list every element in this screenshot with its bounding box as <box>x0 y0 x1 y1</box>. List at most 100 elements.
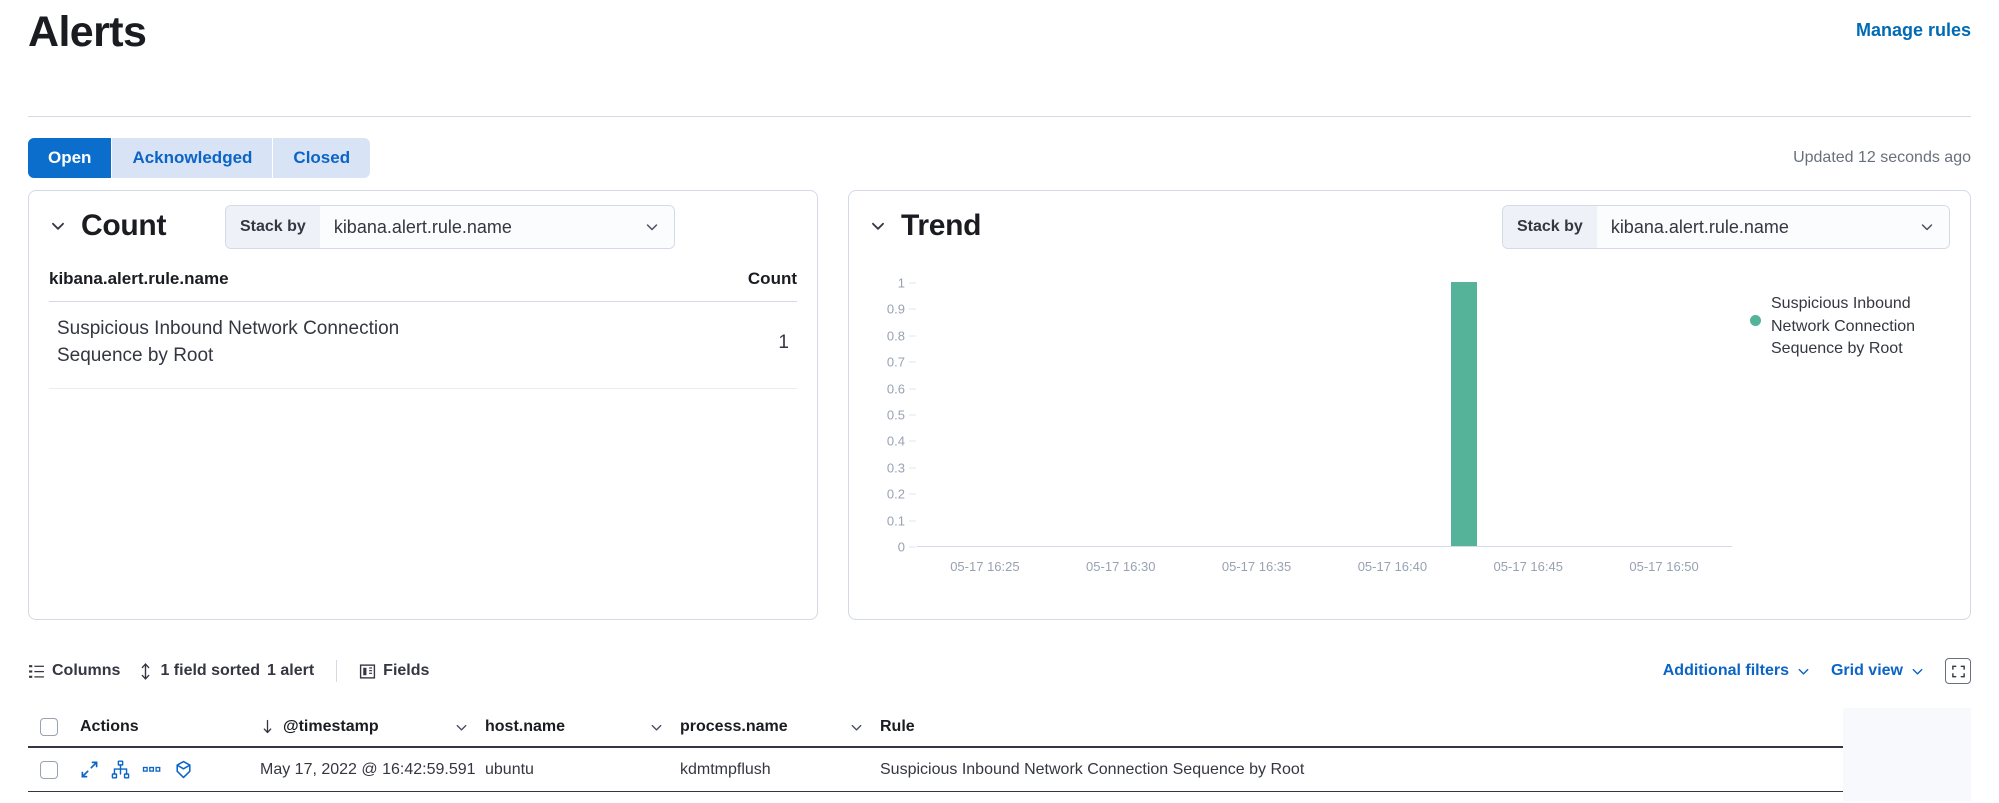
header-rule[interactable]: Rule <box>880 718 1971 736</box>
header-host-name-label: host.name <box>485 718 566 735</box>
status-tab-group: Open Acknowledged Closed <box>28 138 371 178</box>
count-panel: Count Stack by kibana.alert.rule.name ki… <box>28 190 818 620</box>
data-grid-header: Actions @timestamp host.name process.nam… <box>28 708 1971 748</box>
chevron-down-icon[interactable] <box>49 217 67 235</box>
select-all-checkbox[interactable] <box>40 718 58 736</box>
y-axis-tick-mark <box>909 308 916 310</box>
y-axis-tick-mark <box>909 520 916 522</box>
columns-button[interactable]: Columns <box>28 662 120 680</box>
count-row-value: 1 <box>778 331 789 353</box>
tab-closed[interactable]: Closed <box>273 138 371 178</box>
count-col-field: kibana.alert.rule.name <box>49 269 229 288</box>
columns-label: Columns <box>52 662 121 679</box>
trend-stack-by-value: kibana.alert.rule.name <box>1596 206 1905 248</box>
grid-view-button[interactable]: Grid view <box>1831 662 1925 680</box>
header-host-name[interactable]: host.name <box>485 718 680 736</box>
legend-color-dot <box>1750 315 1761 326</box>
chevron-down-icon[interactable] <box>649 720 680 735</box>
tab-open[interactable]: Open <box>28 138 113 178</box>
summary-panels: Count Stack by kibana.alert.rule.name ki… <box>28 190 1971 620</box>
x-axis-tick: 05-17 16:25 <box>950 559 1020 574</box>
y-axis-tick-mark <box>909 467 916 469</box>
y-axis-tick-mark <box>909 335 916 337</box>
more-actions-icon[interactable] <box>142 760 162 779</box>
sorted-label: 1 field sorted <box>160 662 261 679</box>
chevron-down-icon[interactable] <box>454 720 485 735</box>
chart-bar[interactable] <box>1450 282 1477 546</box>
table-row[interactable]: May 17, 2022 @ 16:42:59.591 ubuntu kdmtm… <box>28 748 1971 792</box>
count-table-header: kibana.alert.rule.name Count <box>49 269 797 302</box>
header-process-name[interactable]: process.name <box>680 718 880 736</box>
row-checkbox[interactable] <box>40 760 58 779</box>
x-axis-tick: 05-17 16:40 <box>1357 559 1428 574</box>
legend-item-label: Suspicious Inbound Network Connection Se… <box>1771 295 1916 358</box>
chevron-down-icon[interactable] <box>849 720 880 735</box>
y-axis-tick: 0.5 <box>886 407 905 423</box>
chart-legend[interactable]: Suspicious Inbound Network Connection Se… <box>1750 273 1950 605</box>
sort-descending-icon <box>260 719 275 735</box>
y-axis-tick-mark <box>909 440 916 442</box>
y-axis-tick: 0.7 <box>886 354 905 370</box>
page-title: Alerts <box>28 8 147 56</box>
header-timestamp-label: @timestamp <box>283 718 379 735</box>
header-process-name-label: process.name <box>680 718 788 735</box>
x-axis-tick: 05-17 16:30 <box>1086 559 1156 574</box>
count-stack-by-label: Stack by <box>226 206 320 248</box>
chevron-down-icon[interactable] <box>869 217 887 235</box>
count-stack-by-value: kibana.alert.rule.name <box>319 206 630 248</box>
header-actions: Actions <box>80 718 260 736</box>
y-axis-tick-mark <box>909 388 916 390</box>
y-axis-tick-mark <box>909 414 916 416</box>
y-axis-tick-mark <box>909 361 916 363</box>
additional-filters-button[interactable]: Additional filters <box>1663 662 1811 680</box>
cell-rule: Suspicious Inbound Network Connection Se… <box>880 760 1305 778</box>
session-view-icon[interactable] <box>174 760 193 779</box>
y-axis-tick: 0.6 <box>886 381 905 397</box>
fields-label: Fields <box>383 662 430 679</box>
chart-y-axis: 1 0.9 0.8 0.7 0.6 0.5 0.4 0.3 0.2 0.1 0 <box>869 276 916 555</box>
y-axis-tick: 0.8 <box>886 328 905 344</box>
fields-button[interactable]: Fields <box>359 662 429 680</box>
additional-filters-label: Additional filters <box>1662 662 1789 679</box>
y-axis-tick: 0 <box>897 539 905 555</box>
tab-acknowledged[interactable]: Acknowledged <box>112 138 274 178</box>
chevron-down-icon[interactable] <box>1905 206 1949 248</box>
x-axis-tick: 05-17 16:35 <box>1221 559 1292 574</box>
y-axis-tick-mark <box>909 493 916 495</box>
y-axis-tick: 0.4 <box>886 433 905 449</box>
page-header: Alerts Manage rules <box>0 0 1999 57</box>
last-updated-text: Updated 12 seconds ago <box>1793 149 1971 166</box>
fullscreen-button[interactable] <box>1945 658 1971 684</box>
manage-rules-link[interactable]: Manage rules <box>1856 20 1971 41</box>
count-table: kibana.alert.rule.name Count Suspicious … <box>49 269 797 389</box>
cell-host-name: ubuntu <box>485 760 534 778</box>
grid-toolbar: Columns 1 field sorted 1 alert Fields Ad… <box>28 650 1971 692</box>
y-axis-tick: 0.9 <box>886 301 905 317</box>
chevron-down-icon[interactable] <box>1940 720 1971 735</box>
cell-process-name: kdmtmpflush <box>680 760 771 778</box>
columns-icon <box>28 663 45 680</box>
cell-timestamp: May 17, 2022 @ 16:42:59.591 <box>260 760 476 778</box>
alerts-data-grid: Actions @timestamp host.name process.nam… <box>28 708 1971 803</box>
sort-fields-button[interactable]: 1 field sorted 1 alert <box>138 662 314 680</box>
count-panel-title: Count <box>81 209 167 242</box>
row-actions-cell <box>80 760 260 779</box>
row-select-cell <box>28 760 80 779</box>
fields-icon <box>359 663 376 680</box>
trend-stack-by-label: Stack by <box>1503 206 1597 248</box>
select-all-cell <box>28 718 80 736</box>
chart-x-axis: 05-17 16:25 05-17 16:30 05-17 16:35 05-17 1… <box>917 559 1732 589</box>
count-row-name: Suspicious Inbound Network Connection Se… <box>57 318 400 366</box>
x-axis-tick: 05-17 16:50 <box>1629 559 1699 574</box>
trend-stack-by-select[interactable]: Stack by kibana.alert.rule.name <box>1502 205 1950 249</box>
alert-count-label: 1 alert <box>267 662 315 679</box>
table-row[interactable]: Suspicious Inbound Network Connection Se… <box>49 302 797 389</box>
header-rule-label: Rule <box>880 718 915 735</box>
y-axis-tick-mark <box>909 546 916 548</box>
header-timestamp[interactable]: @timestamp <box>260 718 485 736</box>
count-stack-by-select[interactable]: Stack by kibana.alert.rule.name <box>225 205 675 249</box>
trend-panel: Trend Stack by kibana.alert.rule.name 1 0… <box>848 190 1971 620</box>
analyzer-icon[interactable] <box>111 760 130 779</box>
expand-icon[interactable] <box>80 760 99 779</box>
chevron-down-icon[interactable] <box>630 206 674 248</box>
